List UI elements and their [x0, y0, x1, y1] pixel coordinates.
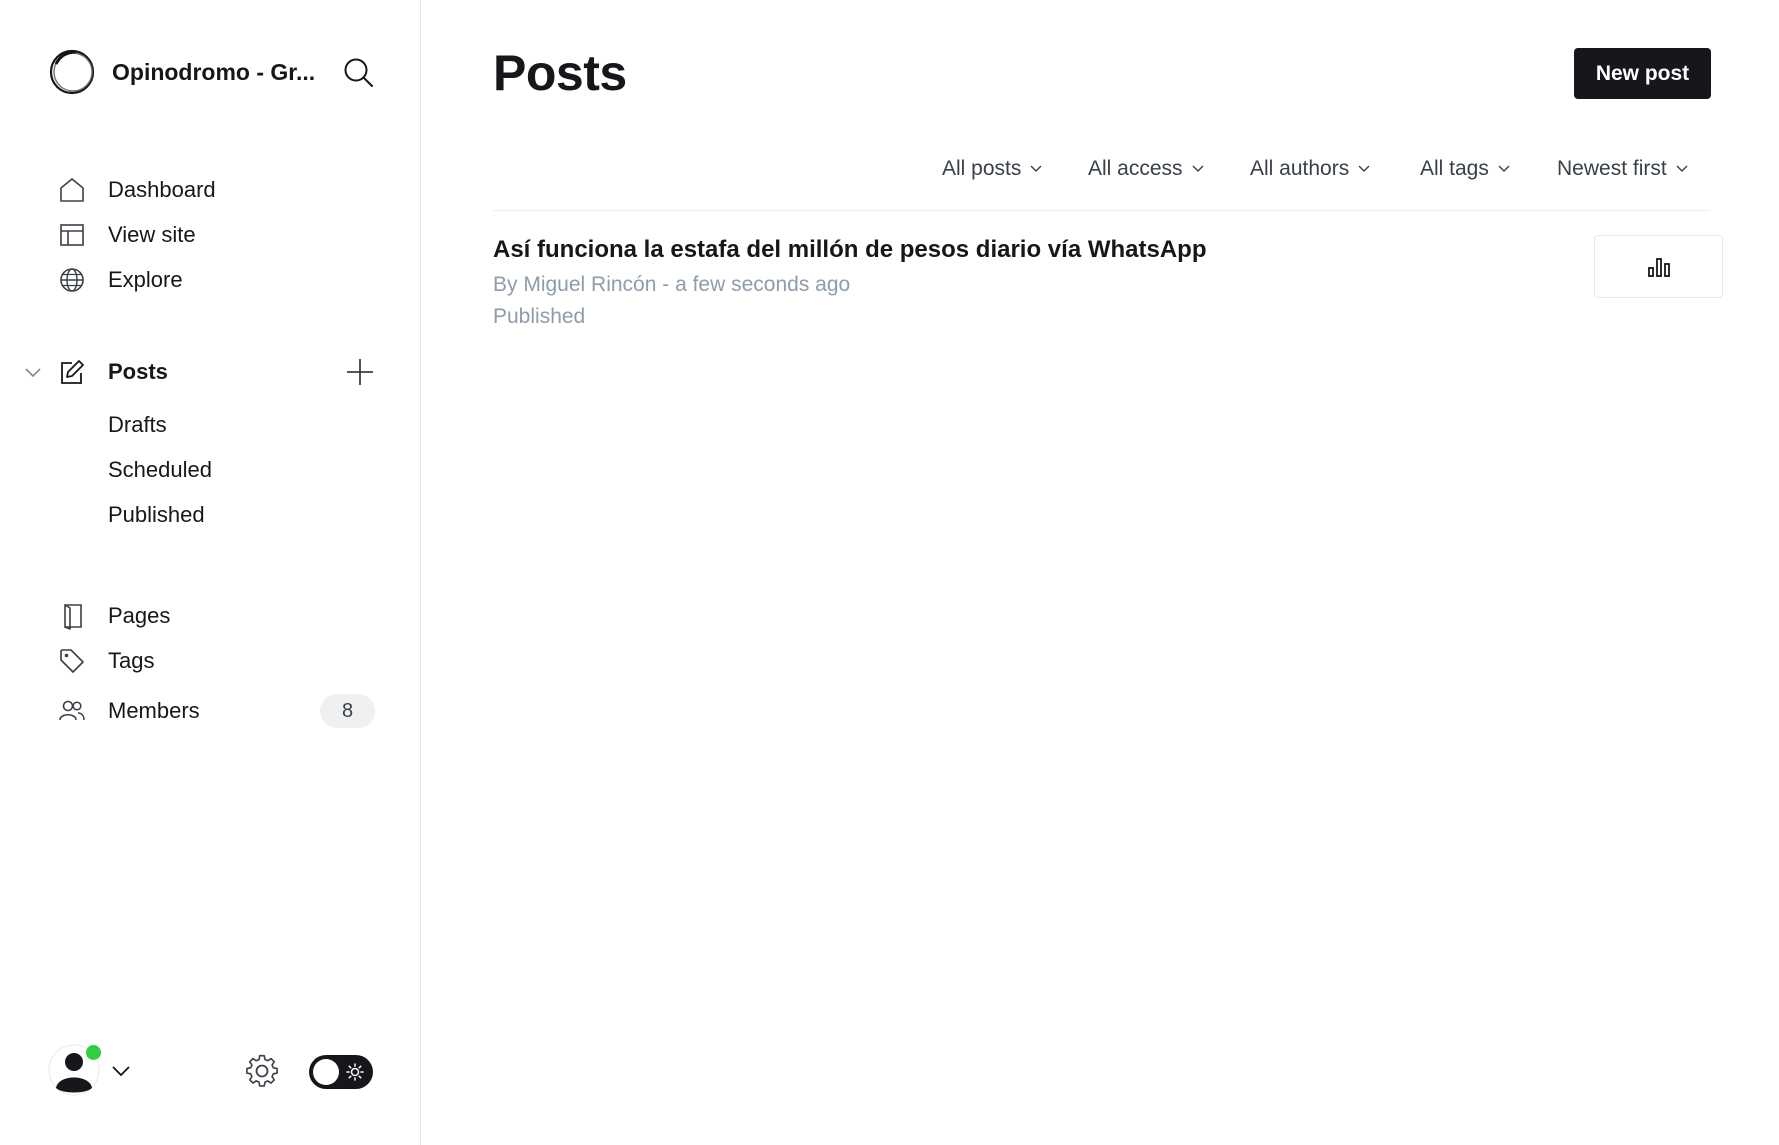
- nav-dashboard[interactable]: Dashboard: [58, 170, 378, 210]
- post-title[interactable]: Así funciona la estafa del millón de pes…: [493, 236, 1206, 264]
- toggle-knob: [313, 1059, 339, 1085]
- nav-view-site[interactable]: View site: [58, 215, 378, 255]
- nav-posts[interactable]: Posts: [58, 352, 318, 392]
- chevron-down-icon: [1192, 165, 1204, 172]
- filter-type-label: All posts: [942, 157, 1022, 180]
- post-meta: By Miguel Rincón - a few seconds ago: [493, 273, 851, 296]
- filter-access[interactable]: All access: [1088, 152, 1204, 186]
- nav-explore-label: Explore: [108, 267, 183, 292]
- filter-order[interactable]: Newest first: [1557, 152, 1688, 186]
- nav-scheduled[interactable]: Scheduled: [108, 452, 212, 488]
- page-title: Posts: [493, 45, 627, 101]
- search-icon[interactable]: [342, 56, 376, 90]
- post-analytics-button[interactable]: [1594, 235, 1723, 298]
- nav-published[interactable]: Published: [108, 497, 205, 533]
- post-status: Published: [493, 305, 586, 328]
- site-title[interactable]: Opinodromo - Gr...: [112, 59, 316, 86]
- edit-icon: [58, 358, 86, 386]
- bar-chart-icon: [1647, 257, 1670, 277]
- members-icon: [58, 697, 86, 725]
- filter-type[interactable]: All posts: [942, 152, 1042, 186]
- filter-tags[interactable]: All tags: [1420, 152, 1510, 186]
- new-post-button[interactable]: New post: [1574, 48, 1711, 99]
- gear-icon[interactable]: [244, 1053, 280, 1089]
- nav-pages[interactable]: Pages: [58, 596, 378, 636]
- filter-authors-label: All authors: [1250, 157, 1350, 180]
- nav-view-site-label: View site: [108, 222, 196, 247]
- nav-members-label: Members: [108, 698, 200, 723]
- nav-tags[interactable]: Tags: [58, 641, 378, 681]
- globe-icon: [58, 266, 86, 294]
- list-divider: [493, 210, 1710, 211]
- tag-icon: [58, 647, 86, 675]
- nav-tags-label: Tags: [108, 648, 155, 673]
- site-logo-icon[interactable]: [48, 48, 96, 96]
- brand: Opinodromo - Gr...: [48, 48, 378, 96]
- online-status-dot: [84, 1043, 103, 1062]
- filter-access-label: All access: [1088, 157, 1183, 180]
- app: Opinodromo - Gr... Dashboard View site E…: [0, 0, 1779, 1145]
- plus-icon[interactable]: [344, 356, 376, 388]
- nav-drafts[interactable]: Drafts: [108, 407, 167, 443]
- chevron-down-icon: [1676, 165, 1688, 172]
- sun-icon: [346, 1063, 364, 1081]
- nav-pages-label: Pages: [108, 603, 171, 628]
- filter-order-label: Newest first: [1557, 157, 1667, 180]
- members-count-badge: 8: [320, 694, 375, 728]
- chevron-down-icon[interactable]: [110, 1060, 132, 1082]
- sidebar: Opinodromo - Gr... Dashboard View site E…: [0, 0, 421, 1145]
- filter-tags-label: All tags: [1420, 157, 1489, 180]
- filter-authors[interactable]: All authors: [1250, 152, 1370, 186]
- page-icon: [58, 602, 86, 630]
- nav-explore[interactable]: Explore: [58, 260, 378, 300]
- layout-icon: [58, 221, 86, 249]
- nav-posts-label: Posts: [108, 359, 168, 384]
- chevron-down-icon: [1498, 165, 1510, 172]
- chevron-down-icon: [1358, 165, 1370, 172]
- chevron-down-icon[interactable]: [22, 361, 44, 383]
- chevron-down-icon: [1030, 165, 1042, 172]
- nav-dashboard-label: Dashboard: [108, 177, 216, 202]
- theme-toggle[interactable]: [309, 1055, 373, 1089]
- list-item[interactable]: Así funciona la estafa del millón de pes…: [493, 230, 1723, 340]
- home-icon: [58, 176, 86, 204]
